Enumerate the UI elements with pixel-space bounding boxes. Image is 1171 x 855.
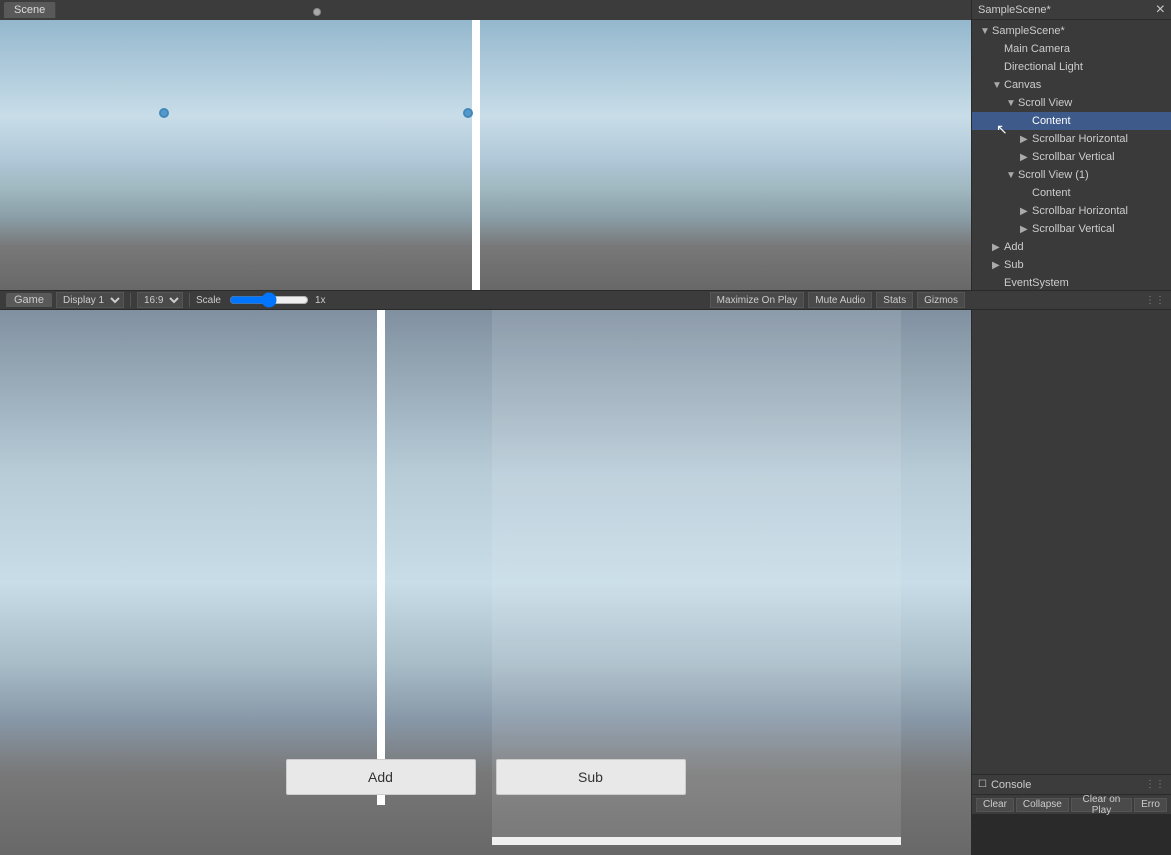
hier-arrow: ▶ <box>1020 152 1032 163</box>
scene-view: Scene <box>0 0 971 290</box>
hierarchy-resize-area: ⋮⋮ <box>965 295 1165 306</box>
hier-label: Directional Light <box>1004 61 1083 73</box>
scale-slider[interactable] <box>229 296 309 304</box>
top-area: Scene SampleScene* × ▼ SampleScene* Main… <box>0 0 1171 290</box>
scene-divider <box>472 20 480 290</box>
hier-item-sample-scene[interactable]: ▼ SampleScene* <box>972 22 1171 40</box>
cursor-icon: ↖ <box>996 121 1008 138</box>
scroll-dot-left[interactable] <box>159 108 169 118</box>
hier-label: Scrollbar Horizontal <box>1032 133 1128 145</box>
mute-audio-button[interactable]: Mute Audio <box>808 292 872 308</box>
hier-item-directional-light[interactable]: Directional Light <box>972 58 1171 76</box>
hier-label: EventSystem <box>1004 277 1069 289</box>
scroll-panel-left <box>10 310 385 805</box>
hier-label: Scrollbar Horizontal <box>1032 205 1128 217</box>
hier-label: Add <box>1004 241 1024 253</box>
console-resize-icon: ⋮⋮ <box>1145 779 1165 790</box>
console-title: Console <box>991 779 1031 791</box>
display-select[interactable]: Display 1 <box>56 292 124 308</box>
game-buttons: Add Sub <box>0 759 971 795</box>
scale-value: 1x <box>315 295 326 306</box>
add-button[interactable]: Add <box>286 759 476 795</box>
hier-label: Canvas <box>1004 79 1041 91</box>
scene-tab-bar: Scene <box>0 0 971 20</box>
hierarchy-close-icon[interactable]: × <box>1156 1 1165 19</box>
hier-arrow: ▶ <box>992 260 1004 271</box>
hier-label: Scroll View (1) <box>1018 169 1089 181</box>
console-checkbox: ☐ <box>978 779 987 790</box>
hierarchy-empty <box>972 310 1171 774</box>
hier-arrow: ▶ <box>1020 224 1032 235</box>
right-panel: ☐ Console ⋮⋮ Clear Collapse Clear on Pla… <box>971 310 1171 855</box>
stats-button[interactable]: Stats <box>876 292 913 308</box>
toolbar-separator-2 <box>189 293 190 307</box>
clear-button[interactable]: Clear <box>976 798 1014 812</box>
scale-label: Scale <box>196 295 221 306</box>
scroll-dot-right[interactable] <box>463 108 473 118</box>
hier-arrow: ▼ <box>1006 98 1018 109</box>
resize-icon: ⋮⋮ <box>1145 295 1165 306</box>
hier-arrow: ▶ <box>1020 206 1032 217</box>
console-toolbar: Clear Collapse Clear on Play Erro <box>972 795 1171 815</box>
hier-item-sub[interactable]: ▶ Sub <box>972 256 1171 274</box>
aspect-select[interactable]: 16:9 <box>137 292 183 308</box>
hier-item-scrollbar-v-1[interactable]: ▶ Scrollbar Vertical <box>972 148 1171 166</box>
hier-arrow: ▼ <box>1006 170 1018 181</box>
console-content <box>972 815 1171 855</box>
console-title-bar: ☐ Console ⋮⋮ <box>972 775 1171 795</box>
scene-background <box>0 0 971 290</box>
hierarchy-content: ▼ SampleScene* Main Camera Directional L… <box>972 20 1171 290</box>
hier-label: Sub <box>1004 259 1024 271</box>
clear-on-play-button[interactable]: Clear on Play <box>1071 798 1132 812</box>
hier-item-scrollbar-v-2[interactable]: ▶ Scrollbar Vertical <box>972 220 1171 238</box>
error-button[interactable]: Erro <box>1134 798 1167 812</box>
hier-label: Main Camera <box>1004 43 1070 55</box>
hier-item-canvas[interactable]: ▼ Canvas <box>972 76 1171 94</box>
hier-item-main-camera[interactable]: Main Camera <box>972 40 1171 58</box>
gizmos-button[interactable]: Gizmos <box>917 292 965 308</box>
hier-label: SampleScene* <box>992 25 1065 37</box>
scene-tab[interactable]: Scene <box>4 2 56 18</box>
hier-label: Scrollbar Vertical <box>1032 151 1115 163</box>
hier-label: Scrollbar Vertical <box>1032 223 1115 235</box>
game-view: Add Sub <box>0 310 971 855</box>
hier-label: Content <box>1032 187 1071 199</box>
console-panel: ☐ Console ⋮⋮ Clear Collapse Clear on Pla… <box>972 774 1171 855</box>
hierarchy-title: SampleScene* <box>978 4 1051 16</box>
hier-arrow: ▶ <box>1020 134 1032 145</box>
hier-item-content-2[interactable]: Content <box>972 184 1171 202</box>
hier-arrow: ▶ <box>992 242 1004 253</box>
game-toolbar: Game Display 1 16:9 Scale 1x Maximize On… <box>0 290 1171 310</box>
hier-item-event-system[interactable]: EventSystem <box>972 274 1171 290</box>
hier-item-scrollbar-h-2[interactable]: ▶ Scrollbar Horizontal <box>972 202 1171 220</box>
hier-arrow: ▼ <box>980 26 992 37</box>
hier-item-scroll-view-1[interactable]: ▼ Scroll View (1) <box>972 166 1171 184</box>
hier-item-add[interactable]: ▶ Add <box>972 238 1171 256</box>
maximize-on-play-button[interactable]: Maximize On Play <box>710 292 805 308</box>
toolbar-separator-1 <box>130 293 131 307</box>
collapse-button[interactable]: Collapse <box>1016 798 1069 812</box>
hierarchy-title-bar: SampleScene* × <box>972 0 1171 20</box>
hier-label: Content <box>1032 115 1071 127</box>
hier-label: Scroll View <box>1018 97 1072 109</box>
hier-item-scroll-view[interactable]: ▼ Scroll View <box>972 94 1171 112</box>
right-toolbar-buttons: Maximize On Play Mute Audio Stats Gizmos <box>710 292 965 308</box>
bottom-area: Add Sub ☐ Console ⋮⋮ Clear Collapse Clea… <box>0 310 1171 855</box>
hierarchy-panel: SampleScene* × ▼ SampleScene* Main Camer… <box>971 0 1171 290</box>
hier-arrow: ▼ <box>992 80 1004 91</box>
game-tab[interactable]: Game <box>6 293 52 307</box>
scene-handle-top <box>313 8 321 16</box>
sub-button[interactable]: Sub <box>496 759 686 795</box>
